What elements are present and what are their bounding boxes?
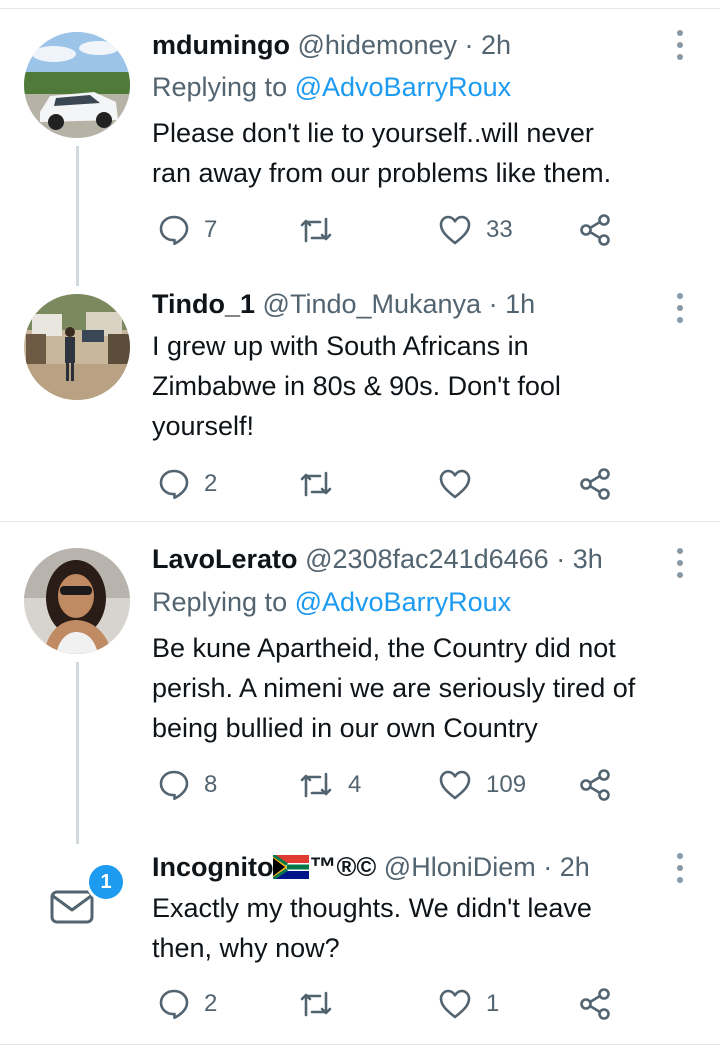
more-icon[interactable] [672,30,688,60]
share-icon [580,468,610,500]
like-button[interactable]: 33 [438,210,513,250]
name-suffix: ™®© [309,852,377,882]
reply-count: 8 [204,771,218,798]
display-name[interactable]: LavoLerato [152,544,298,574]
share-button[interactable] [578,210,612,250]
retweet-button[interactable] [298,984,348,1024]
top-divider [0,8,720,9]
like-button[interactable]: 109 [438,765,526,805]
like-icon [439,989,471,1019]
replying-to: Replying to @AdvoBarryRoux [152,70,511,104]
timestamp[interactable]: · 1h [489,289,536,319]
reply-button[interactable]: 2 [158,464,217,504]
avatar-image-car [24,32,130,138]
tweet-text-line: being bullied in our own Country [152,713,538,743]
like-button[interactable]: 1 [438,984,499,1024]
reply-count: 2 [204,470,218,497]
retweet-icon [300,217,332,243]
replying-to: Replying to @AdvoBarryRoux [152,585,511,619]
retweet-button[interactable] [298,464,348,504]
tweet-text-line: perish. A nimeni we are seriously tired … [152,673,636,703]
thread-connector [76,146,79,286]
timestamp[interactable]: · 3h [556,544,603,574]
like-icon [439,469,471,499]
replying-prefix: Replying to [152,587,288,617]
reply-button[interactable]: 7 [158,210,217,250]
tweet-text-line: I grew up with South Africans in [152,331,529,361]
display-name[interactable]: Tindo_1 [152,289,255,319]
tweet-text-line: Be kune Apartheid, the Country did not [152,633,616,663]
tweet-text: Be kune Apartheid, the Country did not p… [152,628,707,748]
tweet-text-line: then, why now? [152,933,340,963]
display-name[interactable]: mdumingo [152,30,290,60]
like-icon [439,215,471,245]
tweet-text: Please don't lie to yourself..will never… [152,113,707,193]
like-icon [439,770,471,800]
avatar[interactable] [24,294,130,400]
like-count: 1 [486,990,500,1017]
retweet-icon [300,991,332,1017]
tweet-text: I grew up with South Africans in Zimbabw… [152,326,707,446]
tweet-header: mdumingo @hidemoney · 2h [152,28,511,62]
more-icon[interactable] [672,853,688,883]
reply-icon [159,215,189,245]
tweet-header: Tindo_1 @Tindo_Mukanya · 1h [152,287,535,321]
like-count: 33 [486,216,513,243]
retweet-button[interactable]: 4 [298,765,361,805]
retweet-count: 4 [348,771,362,798]
tweet-text-line: Exactly my thoughts. We didn't leave [152,893,592,923]
south-africa-flag-icon [273,855,310,879]
mention-link[interactable]: @AdvoBarryRoux [295,72,512,102]
handle[interactable]: @hidemoney [298,30,458,60]
more-icon[interactable] [672,548,688,578]
reply-button[interactable]: 2 [158,984,217,1024]
share-icon [580,988,610,1020]
share-button[interactable] [578,464,612,504]
share-icon [580,214,610,246]
tweet-header: Incognito ™®© @HloniDiem · 2h [152,850,590,884]
share-button[interactable] [578,984,612,1024]
tweet-header: LavoLerato @2308fac241d6466 · 3h [152,542,603,576]
messages-badge[interactable]: 1 [86,862,126,902]
thread-divider [0,521,720,522]
avatar[interactable] [24,32,130,138]
handle[interactable]: @Tindo_Mukanya [263,289,482,319]
retweet-icon [300,772,332,798]
timestamp[interactable]: · 2h [465,30,512,60]
handle[interactable]: @2308fac241d6466 [305,544,549,574]
handle[interactable]: @HloniDiem [384,852,536,882]
tweet-text: Exactly my thoughts. We didn't leave the… [152,888,707,968]
more-icon[interactable] [672,293,688,323]
reply-icon [159,770,189,800]
tweet-text-line: Zimbabwe in 80s & 90s. Don't fool [152,371,561,401]
replying-prefix: Replying to [152,72,288,102]
reply-icon [159,469,189,499]
display-name[interactable]: Incognito [152,852,273,882]
reply-count: 2 [204,990,218,1017]
avatar-image-street [24,294,130,400]
thread-connector [76,662,79,844]
timestamp[interactable]: · 2h [543,852,590,882]
reply-icon [159,989,189,1019]
mention-link[interactable]: @AdvoBarryRoux [295,587,512,617]
retweet-icon [300,471,332,497]
like-count: 109 [486,771,527,798]
like-button[interactable] [438,464,486,504]
reply-count: 7 [204,216,218,243]
tweet-text-line: Please don't lie to yourself..will never [152,118,594,148]
retweet-button[interactable] [298,210,348,250]
avatar-image-selfie [24,548,130,654]
avatar[interactable] [24,548,130,654]
bottom-divider [0,1044,720,1045]
tweet-text-line: ran away from our problems like them. [152,158,612,188]
reply-button[interactable]: 8 [158,765,217,805]
share-button[interactable] [578,765,612,805]
tweet-text-line: yourself! [152,411,255,441]
share-icon [580,769,610,801]
